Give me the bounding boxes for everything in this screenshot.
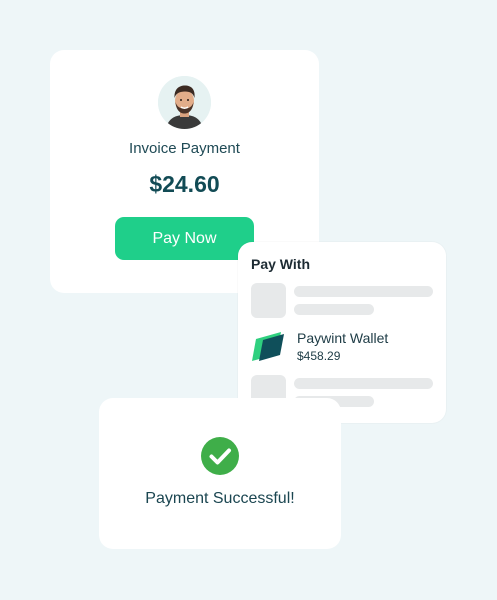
success-message: Payment Successful!: [145, 490, 295, 507]
paywint-logo-icon: [252, 332, 284, 361]
skeleton-icon: [251, 283, 286, 318]
check-circle-icon: [201, 437, 239, 475]
page: Invoice Payment $24.60 Pay Now Pay With …: [0, 0, 497, 600]
payment-option-paywint-wallet[interactable]: Paywint Wallet $458.29: [251, 328, 436, 366]
invoice-title: Invoice Payment: [129, 140, 240, 157]
skeleton-line: [294, 378, 433, 389]
skeleton-line: [294, 286, 433, 297]
success-card: Payment Successful!: [99, 398, 341, 549]
pay-with-title: Pay With: [251, 256, 310, 272]
wallet-name: Paywint Wallet: [297, 330, 389, 346]
pay-with-card: Pay With Paywint Wallet $458.29: [238, 242, 446, 423]
invoice-amount: $24.60: [149, 171, 220, 197]
skeleton-line: [294, 304, 374, 315]
wallet-balance: $458.29: [297, 349, 341, 363]
avatar: [158, 76, 211, 129]
pay-now-button[interactable]: Pay Now: [115, 217, 254, 260]
